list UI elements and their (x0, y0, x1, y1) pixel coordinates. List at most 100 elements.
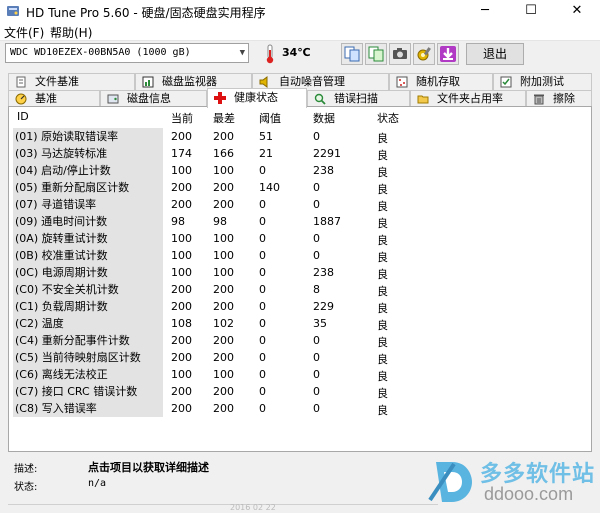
cell-status: 良 (377, 353, 388, 366)
cell-worst: 100 (213, 232, 234, 245)
cell-status: 良 (377, 132, 388, 145)
cell-threshold: 0 (259, 385, 266, 398)
table-row[interactable]: (04) 启动/停止计数 100 100 0 238 良 (13, 162, 433, 179)
chevron-down-icon: ▼ (239, 48, 245, 58)
description-value: 点击项目以获取详细描述 (88, 461, 209, 474)
cell-id: (C4) 重新分配事件计数 (13, 332, 163, 349)
exit-button[interactable]: 退出 (466, 43, 524, 65)
menu-bar: 文件(F) 帮助(H) (0, 22, 600, 41)
table-row[interactable]: (C1) 负载周期计数 200 200 0 229 良 (13, 298, 433, 315)
col-header-threshold[interactable]: 阈值 (259, 110, 281, 126)
copy-icon (344, 46, 360, 62)
table-row[interactable]: (05) 重新分配扇区计数 200 200 140 0 良 (13, 179, 433, 196)
cell-threshold: 0 (259, 317, 266, 330)
cell-status: 良 (377, 268, 388, 281)
bottom-date-text: 2016 02 22 (230, 503, 276, 512)
table-row[interactable]: (C6) 离线无法校正 100 100 0 0 良 (13, 366, 433, 383)
drive-select[interactable]: WDC WD10EZEX-00BN5A0 (1000 gB) ▼ (5, 43, 249, 63)
cell-worst: 102 (213, 317, 234, 330)
cell-current: 200 (171, 300, 192, 313)
table-row[interactable]: (09) 通电时间计数 98 98 0 1887 良 (13, 213, 433, 230)
table-row[interactable]: (C2) 温度 108 102 0 35 良 (13, 315, 433, 332)
cell-current: 100 (171, 232, 192, 245)
table-row[interactable]: (C0) 不安全关机计数 200 200 0 8 良 (13, 281, 433, 298)
table-body: (01) 原始读取错误率 200 200 51 0 良 (03) 马达旋转标准 174 166 2… (13, 128, 433, 417)
cell-current: 100 (171, 368, 192, 381)
tab-extra-tests[interactable]: 附加测试 (493, 73, 592, 91)
cell-current: 100 (171, 164, 192, 177)
close-button[interactable]: ✕ (554, 0, 600, 22)
tab-random-access[interactable]: 随机存取 (389, 73, 493, 91)
speaker-icon (259, 76, 268, 88)
cell-status: 良 (377, 166, 388, 179)
table-row[interactable]: (01) 原始读取错误率 200 200 51 0 良 (13, 128, 433, 145)
cell-worst: 200 (213, 181, 234, 194)
tab-label: 健康状态 (234, 91, 278, 104)
cell-worst: 200 (213, 283, 234, 296)
cell-worst: 200 (213, 402, 234, 415)
cell-status: 良 (377, 251, 388, 264)
tab-file-benchmark[interactable]: 文件基准 (8, 73, 135, 91)
cell-id: (C0) 不安全关机计数 (13, 281, 163, 298)
menu-file[interactable]: 文件(F) (4, 24, 44, 41)
cell-threshold: 0 (259, 266, 266, 279)
col-header-current[interactable]: 当前 (171, 110, 193, 126)
watermark-url: ddooo.com (484, 484, 574, 504)
cell-data: 0 (313, 232, 320, 245)
camera-button[interactable] (389, 43, 411, 65)
cell-status: 良 (377, 200, 388, 213)
temperature-readout: 34℃ (282, 46, 311, 59)
drive-select-value: WDC WD10EZEX-00BN5A0 (1000 gB) (10, 47, 191, 58)
cell-current: 98 (171, 215, 185, 228)
maximize-button[interactable]: ☐ (508, 0, 554, 22)
cell-status: 良 (377, 149, 388, 162)
cell-id: (09) 通电时间计数 (13, 213, 163, 230)
table-row[interactable]: (07) 寻道错误率 200 200 0 0 良 (13, 196, 433, 213)
cell-threshold: 0 (259, 164, 266, 177)
cell-id: (01) 原始读取错误率 (13, 128, 163, 145)
cell-id: (C5) 当前待映射扇区计数 (13, 349, 163, 366)
table-row[interactable]: (C7) 接口 CRC 错误计数 200 200 0 0 良 (13, 383, 433, 400)
cell-worst: 200 (213, 198, 234, 211)
cell-data: 35 (313, 317, 327, 330)
cell-current: 200 (171, 198, 192, 211)
table-row[interactable]: (C4) 重新分配事件计数 200 200 0 0 良 (13, 332, 433, 349)
cell-threshold: 0 (259, 300, 266, 313)
download-arrow-icon (440, 46, 456, 62)
tab-label: 错误扫描 (334, 92, 378, 105)
table-row[interactable]: (0B) 校准重试计数 100 100 0 0 良 (13, 247, 433, 264)
tab-label: 基准 (35, 92, 57, 105)
copy-screenshot-button[interactable] (365, 43, 387, 65)
cell-worst: 200 (213, 351, 234, 364)
table-row[interactable]: (03) 马达旋转标准 174 166 21 2291 良 (13, 145, 433, 162)
cell-data: 229 (313, 300, 334, 313)
options-button[interactable] (413, 43, 435, 65)
cell-id: (0A) 旋转重试计数 (13, 230, 163, 247)
camera-icon (393, 48, 407, 59)
cell-data: 8 (313, 283, 320, 296)
col-header-data[interactable]: 数据 (313, 110, 335, 126)
cell-status: 良 (377, 387, 388, 400)
tab-health[interactable]: 健康状态 (207, 88, 307, 108)
cell-worst: 100 (213, 368, 234, 381)
table-row[interactable]: (C5) 当前待映射扇区计数 200 200 0 0 良 (13, 349, 433, 366)
col-header-id[interactable]: ID (17, 110, 29, 123)
menu-help[interactable]: 帮助(H) (50, 24, 92, 41)
cell-id: (C1) 负载周期计数 (13, 298, 163, 315)
table-row[interactable]: (0A) 旋转重试计数 100 100 0 0 良 (13, 230, 433, 247)
col-header-worst[interactable]: 最差 (213, 110, 235, 126)
copy-info-button[interactable] (341, 43, 363, 65)
cell-threshold: 0 (259, 368, 266, 381)
health-table[interactable]: ID 当前 最差 阈值 数据 状态 (01) 原始读取错误率 200 200 51 0 良… (8, 106, 592, 452)
cell-worst: 200 (213, 385, 234, 398)
col-header-status[interactable]: 状态 (377, 110, 399, 126)
title-bar: HD Tune Pro 5.60 - 硬盘/固态硬盘实用程序 ─ ☐ ✕ (0, 0, 600, 22)
cell-threshold: 0 (259, 283, 266, 296)
table-row[interactable]: (0C) 电源周期计数 100 100 0 238 良 (13, 264, 433, 281)
table-row[interactable]: (C8) 写入错误率 200 200 0 0 良 (13, 400, 433, 417)
minimize-button[interactable]: ─ (462, 0, 508, 22)
folder-icon (417, 95, 429, 104)
cell-data: 0 (313, 368, 320, 381)
cell-data: 1887 (313, 215, 341, 228)
save-button[interactable] (437, 43, 459, 65)
